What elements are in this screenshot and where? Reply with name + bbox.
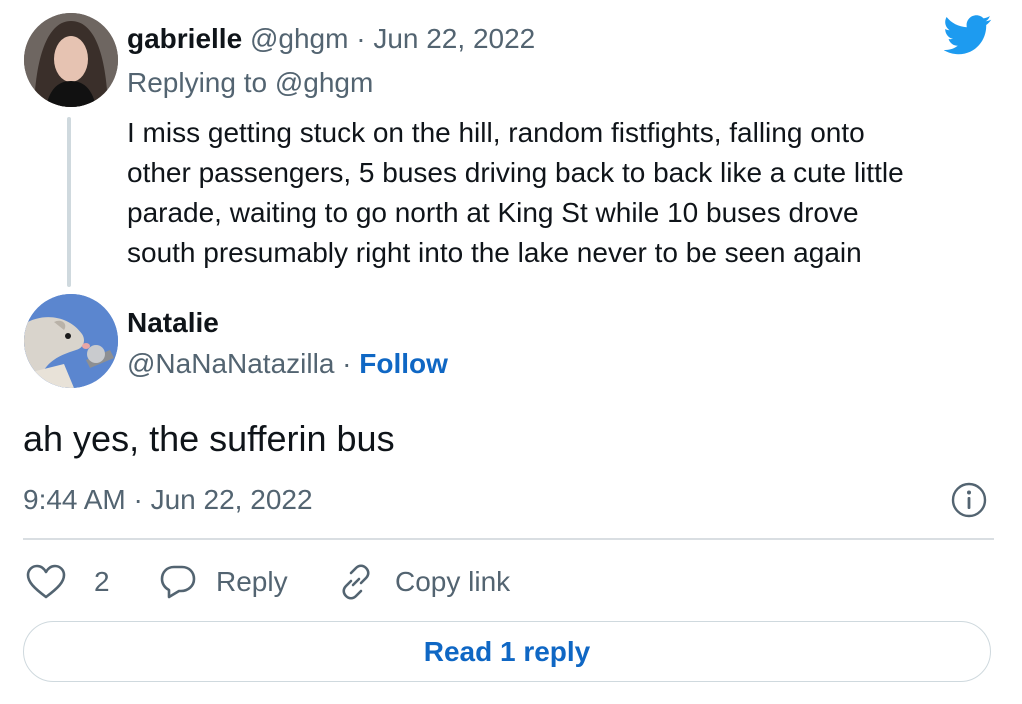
reply-label: Reply [216, 566, 288, 597]
avatar-gabrielle-image [24, 13, 118, 107]
parent-tweet-line: I miss getting stuck on the hill, random… [127, 117, 865, 148]
twitter-bird-icon[interactable] [943, 14, 992, 56]
author-name[interactable]: Natalie [127, 306, 219, 340]
follow-button[interactable]: Follow [359, 348, 448, 379]
parent-tweet-line: other passengers, 5 buses driving back t… [127, 157, 904, 188]
parent-author-handle[interactable]: @ghgm [250, 23, 348, 54]
like-button[interactable]: 2 [26, 560, 110, 604]
copy-link-label: Copy link [395, 566, 511, 597]
author-handle-row: @NaNaNatazilla · Follow [127, 346, 448, 382]
avatar-natalie-image [24, 294, 118, 388]
parent-separator: · [356, 23, 366, 54]
parent-tweet-line: parade, waiting to go north at King St w… [127, 197, 859, 228]
parent-date[interactable]: Jun 22, 2022 [373, 23, 535, 54]
copy-link-button[interactable]: Copy link [337, 560, 510, 604]
thread-line [67, 117, 71, 287]
avatar-gabrielle[interactable] [24, 13, 118, 107]
info-icon[interactable] [951, 482, 987, 518]
parent-tweet-text: I miss getting stuck on the hill, random… [127, 113, 1007, 273]
reply-button[interactable]: Reply [160, 560, 288, 604]
replying-to-label: Replying to @ghgm [127, 67, 374, 98]
parent-tweet-header: gabrielle @ghgm · Jun 22, 2022 [127, 22, 535, 56]
avatar-natalie[interactable] [24, 294, 118, 388]
read-replies-button[interactable]: Read 1 reply [23, 621, 991, 682]
tweet-timestamp[interactable]: 9:44 AM · Jun 22, 2022 [23, 482, 313, 518]
tweet-text: ah yes, the sufferin bus [23, 418, 395, 459]
speech-bubble-icon [160, 565, 196, 599]
parent-tweet-line: south presumably right into the lake nev… [127, 237, 862, 268]
divider [23, 538, 994, 540]
heart-icon [26, 564, 66, 599]
like-count: 2 [94, 566, 110, 597]
link-icon [342, 564, 370, 600]
author-handle[interactable]: @NaNaNatazilla [127, 348, 334, 379]
handle-separator: · [342, 348, 352, 379]
parent-author-name[interactable]: gabrielle [127, 23, 242, 54]
